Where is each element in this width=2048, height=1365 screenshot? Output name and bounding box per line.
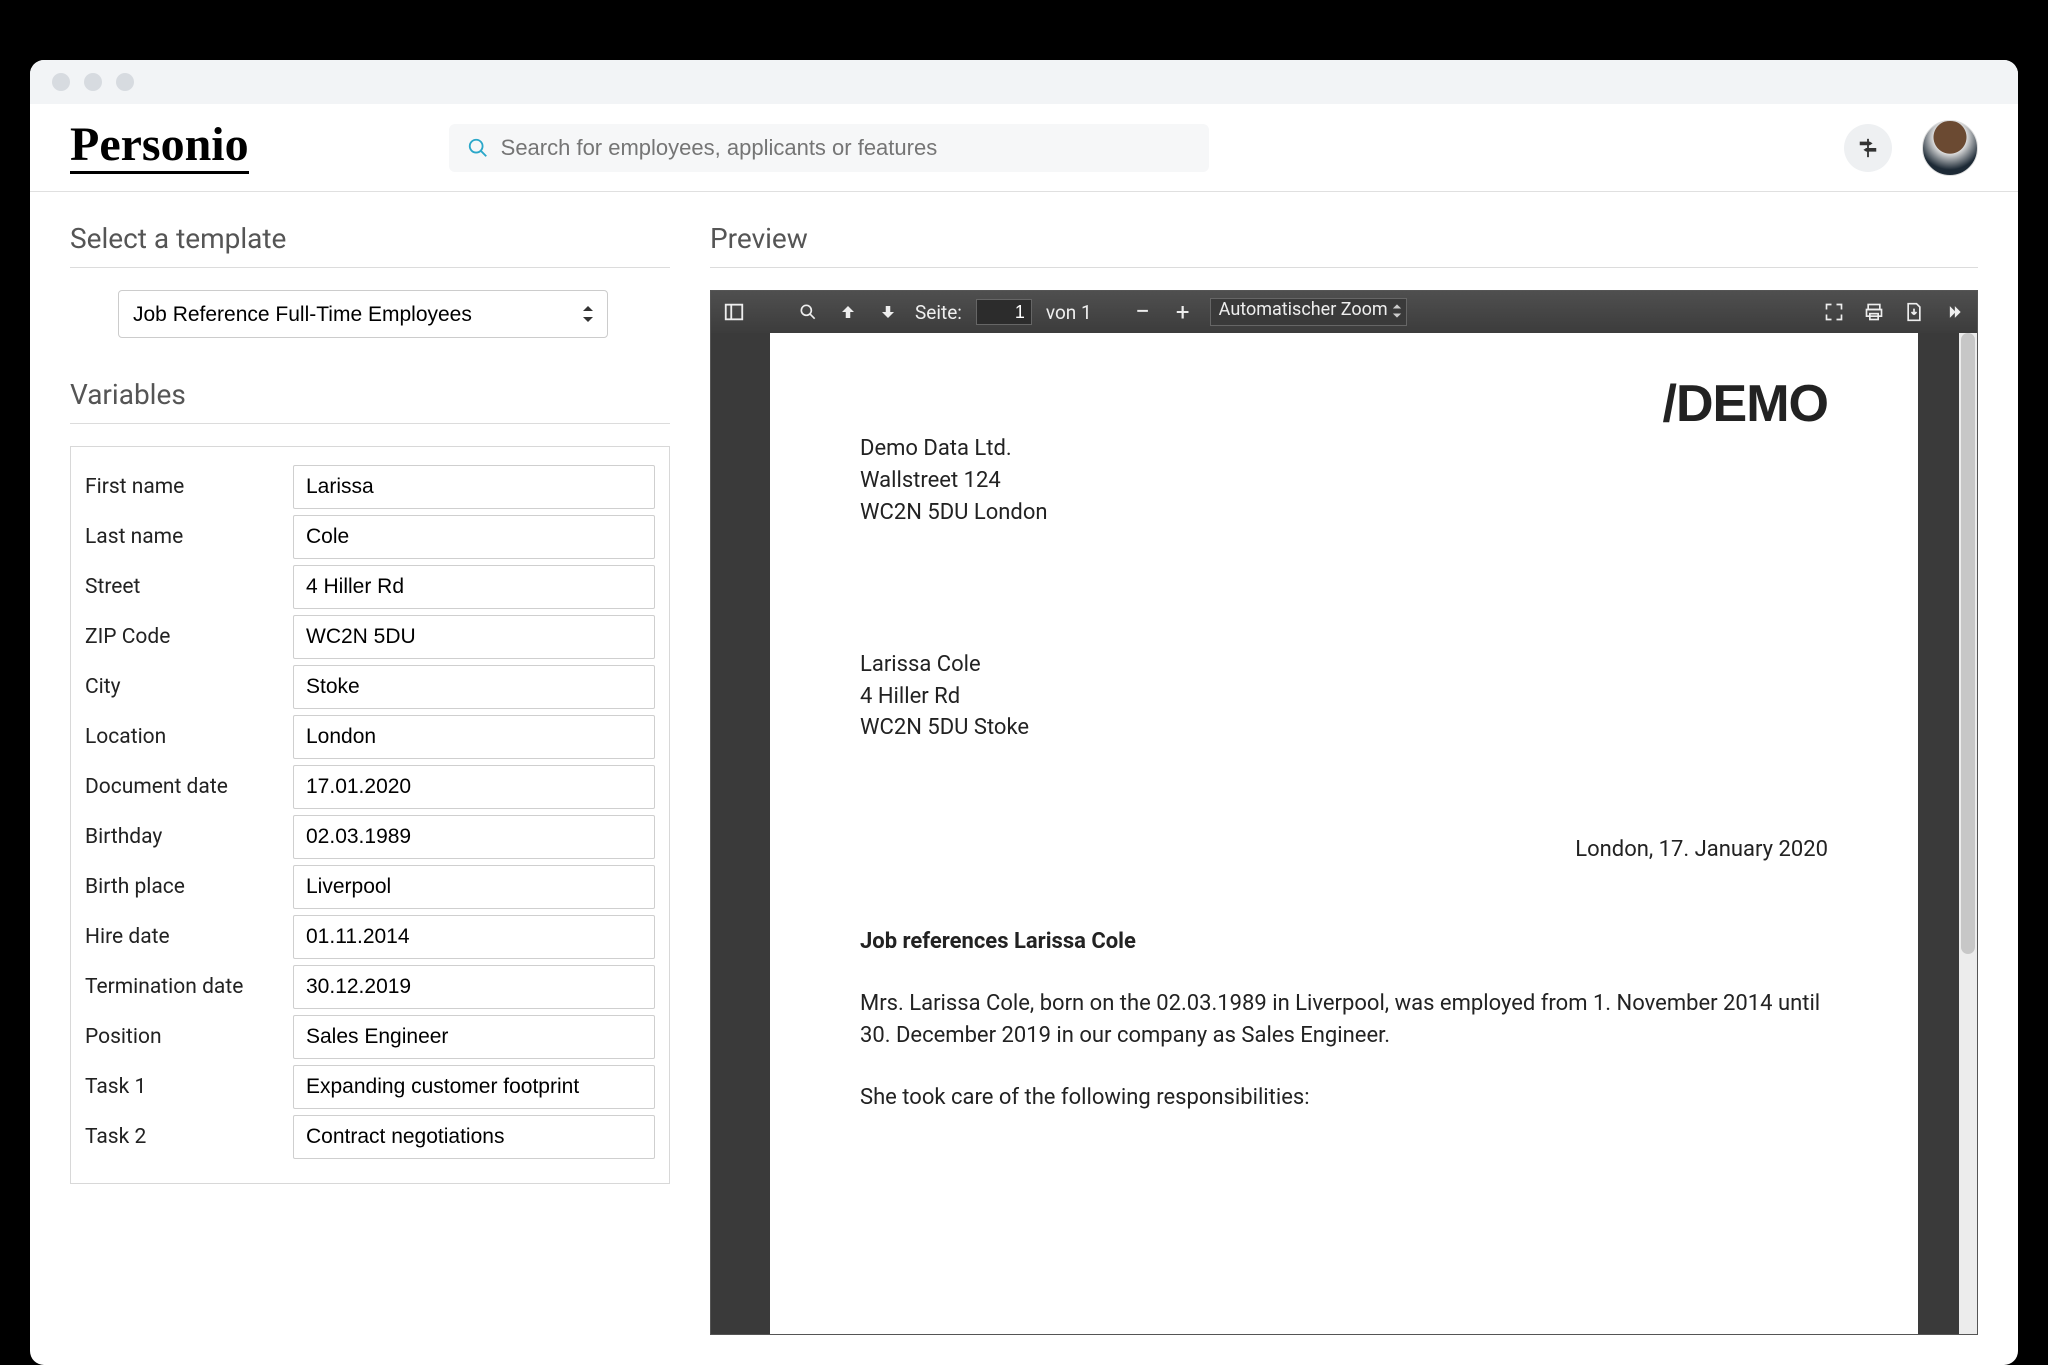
chevron-updown-icon	[1392, 303, 1402, 319]
variable-row: Birthday	[85, 815, 655, 859]
sidebar-toggle-icon[interactable]	[721, 299, 747, 325]
content: Select a template Job Reference Full-Tim…	[30, 192, 2018, 1365]
variable-row: Task 1	[85, 1065, 655, 1109]
brand-logo: Personio	[70, 121, 249, 174]
variable-label: Task 2	[85, 1125, 275, 1149]
app-header: Personio	[30, 104, 2018, 192]
variable-row: Street	[85, 565, 655, 609]
variable-row: Last name	[85, 515, 655, 559]
variable-input[interactable]	[293, 515, 655, 559]
variable-input[interactable]	[293, 465, 655, 509]
variable-label: Hire date	[85, 925, 275, 949]
variable-label: Task 1	[85, 1075, 275, 1099]
variable-input[interactable]	[293, 565, 655, 609]
variable-input[interactable]	[293, 965, 655, 1009]
template-select-wrap: Job Reference Full-Time Employees	[118, 290, 608, 338]
document-brand-logo: /DEMO	[1663, 367, 1828, 442]
avatar[interactable]	[1922, 120, 1978, 176]
right-column: Preview Seite:	[710, 222, 1978, 1335]
page-up-icon[interactable]	[835, 299, 861, 325]
variable-row: Hire date	[85, 915, 655, 959]
variable-label: Location	[85, 725, 275, 749]
page-label: Seite:	[915, 301, 962, 324]
variable-label: Document date	[85, 775, 275, 799]
left-column: Select a template Job Reference Full-Tim…	[70, 222, 670, 1335]
variable-input[interactable]	[293, 865, 655, 909]
variable-label: City	[85, 675, 275, 699]
variable-label: Street	[85, 575, 275, 599]
variables-grid: First name Last name Street ZIP Code City Loc…	[70, 446, 670, 1184]
zoom-in-icon[interactable]: +	[1170, 299, 1196, 325]
window-max-dot[interactable]	[116, 73, 134, 91]
variable-input[interactable]	[293, 715, 655, 759]
variable-label: Position	[85, 1025, 275, 1049]
variable-row: Birth place	[85, 865, 655, 909]
variable-label: Birthday	[85, 825, 275, 849]
pdf-toolbar: Seite: von 1 − + Automatischer Zoom	[711, 291, 1977, 333]
document-date-line: London, 17. January 2020	[860, 834, 1828, 866]
preview-title: Preview	[710, 222, 1978, 268]
variable-row: City	[85, 665, 655, 709]
pdf-page: /DEMO Demo Data Ltd. Wallstreet 124 WC2N…	[770, 333, 1918, 1334]
variable-input[interactable]	[293, 615, 655, 659]
page-total: von 1	[1046, 301, 1092, 324]
variable-row: Location	[85, 715, 655, 759]
print-icon[interactable]	[1861, 299, 1887, 325]
document-para2: She took care of the following responsib…	[860, 1082, 1828, 1114]
variable-input[interactable]	[293, 1065, 655, 1109]
pdf-body: /DEMO Demo Data Ltd. Wallstreet 124 WC2N…	[711, 333, 1977, 1334]
window-close-dot[interactable]	[52, 73, 70, 91]
variables-title: Variables	[70, 378, 670, 424]
variable-row: Termination date	[85, 965, 655, 1009]
fullscreen-icon[interactable]	[1821, 299, 1847, 325]
variable-label: First name	[85, 475, 275, 499]
pdf-scrollbar[interactable]	[1959, 333, 1977, 1334]
app-window: Personio Select a template Job Reference…	[30, 60, 2018, 1365]
company-street: Wallstreet 124	[860, 465, 1828, 497]
search-icon	[467, 137, 489, 159]
company-city: WC2N 5DU London	[860, 497, 1828, 529]
page-number-input[interactable]	[976, 299, 1032, 325]
variable-row: Position	[85, 1015, 655, 1059]
titlebar	[30, 60, 2018, 104]
window-min-dot[interactable]	[84, 73, 102, 91]
variable-row: Task 2	[85, 1115, 655, 1159]
variable-input[interactable]	[293, 815, 655, 859]
header-right	[1844, 120, 1978, 176]
variable-input[interactable]	[293, 1015, 655, 1059]
zoom-out-icon[interactable]: −	[1130, 299, 1156, 325]
signpost-button[interactable]	[1844, 124, 1892, 172]
select-template-title: Select a template	[70, 222, 670, 268]
variable-label: Termination date	[85, 975, 275, 999]
recipient-street: 4 Hiller Rd	[860, 681, 1828, 713]
recipient-name: Larissa Cole	[860, 649, 1828, 681]
variable-label: ZIP Code	[85, 625, 275, 649]
variable-label: Last name	[85, 525, 275, 549]
variable-input[interactable]	[293, 1115, 655, 1159]
variable-row: Document date	[85, 765, 655, 809]
page-down-icon[interactable]	[875, 299, 901, 325]
pdf-scroll-thumb[interactable]	[1961, 333, 1975, 954]
template-select[interactable]: Job Reference Full-Time Employees	[118, 290, 608, 338]
search-container	[449, 124, 1209, 172]
zoom-select[interactable]: Automatischer Zoom	[1210, 298, 1407, 326]
variable-input[interactable]	[293, 765, 655, 809]
download-icon[interactable]	[1901, 299, 1927, 325]
document-para1: Mrs. Larissa Cole, born on the 02.03.198…	[860, 988, 1828, 1052]
variable-row: ZIP Code	[85, 615, 655, 659]
recipient-city: WC2N 5DU Stoke	[860, 712, 1828, 744]
search-input[interactable]	[501, 135, 1191, 161]
variable-row: First name	[85, 465, 655, 509]
variable-input[interactable]	[293, 665, 655, 709]
zoom-search-icon[interactable]	[795, 299, 821, 325]
variable-input[interactable]	[293, 915, 655, 959]
pdf-viewer: Seite: von 1 − + Automatischer Zoom	[710, 290, 1978, 1335]
more-icon[interactable]	[1941, 299, 1967, 325]
document-subject: Job references Larissa Cole	[860, 926, 1828, 958]
variable-label: Birth place	[85, 875, 275, 899]
